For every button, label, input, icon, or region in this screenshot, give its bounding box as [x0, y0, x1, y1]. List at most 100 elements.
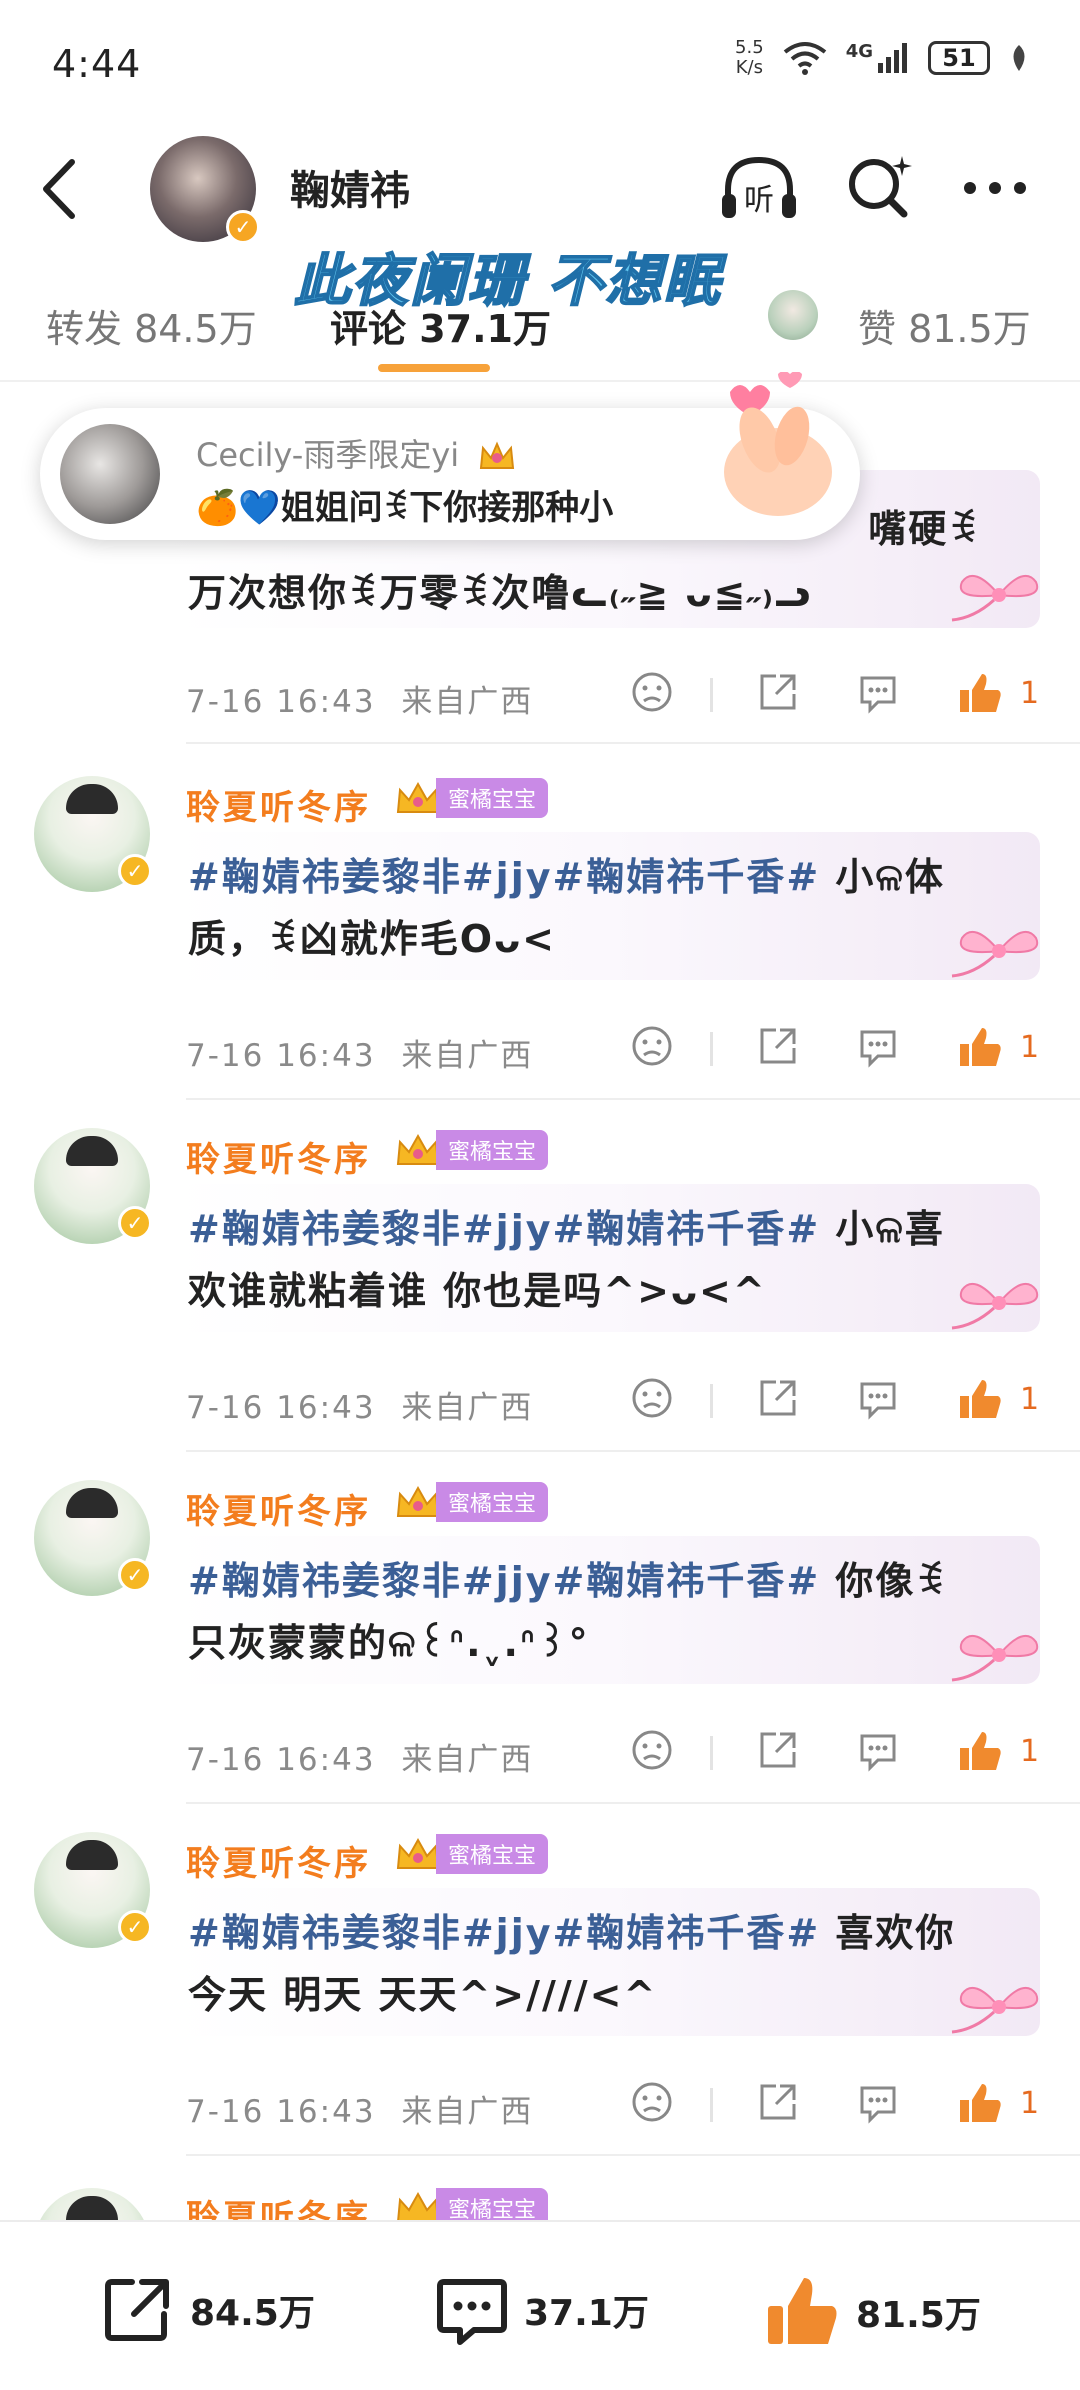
comment-location: 来自广西	[401, 1390, 534, 1426]
tab-likes[interactable]: 赞 81.5万	[858, 298, 1031, 353]
share-icon[interactable]	[756, 2080, 800, 2124]
verified-icon: ✓	[118, 1206, 152, 1240]
commenter-avatar[interactable]: ✓	[34, 1128, 152, 1244]
like-button[interactable]: 81.5万	[762, 2272, 981, 2352]
like-count: 1	[1020, 1030, 1040, 1065]
like-icon[interactable]	[956, 1376, 1004, 1424]
avatar-hair	[66, 1840, 118, 1870]
comment-separator	[186, 1450, 1080, 1452]
comment-location: 来自广西	[401, 1742, 534, 1778]
like-icon[interactable]	[956, 1728, 1004, 1776]
topic-link[interactable]: #鞠婧祎姜黎非#jjy#鞠婧祎千香#	[188, 1559, 820, 1603]
fan-badge[interactable]: 蜜橘宝宝	[394, 1130, 549, 1170]
reply-icon[interactable]	[856, 670, 900, 714]
headphones-icon: 听	[722, 156, 796, 218]
topic-link[interactable]: #鞠婧祎姜黎非#jjy#鞠婧祎千香#	[188, 855, 820, 899]
leaf-icon	[1013, 45, 1025, 71]
comment-location: 来自广西	[401, 1038, 534, 1074]
like-icon[interactable]	[956, 1024, 1004, 1072]
dislike-icon[interactable]	[630, 1024, 674, 1068]
like-icon	[768, 2278, 837, 2344]
verified-icon: ✓	[118, 1558, 152, 1592]
comment-text: #鞠婧祎姜黎非#jjy#鞠婧祎千香# 小ଳ喜 欢谁就粘着谁 你也是吗^>ᴗ<^	[188, 1207, 945, 1313]
signal-icon	[878, 43, 907, 73]
comment-time: 7-16 16:43	[186, 2094, 376, 2130]
comment-bubble[interactable]: #鞠婧祎姜黎非#jjy#鞠婧祎千香# 小ଳ体 质，ꉂ凶就炸毛Oᴗ<	[172, 832, 1040, 980]
comment-button[interactable]: 37.1万	[434, 2272, 649, 2348]
comment-time: 7-16 16:43	[186, 1742, 376, 1778]
fan-badge[interactable]: 蜜橘宝宝	[394, 778, 549, 818]
fan-badge-label: 蜜橘宝宝	[436, 1130, 549, 1170]
commenter-name[interactable]: 聆夏听冬序	[186, 1836, 371, 1885]
commenter-avatar[interactable]: ✓	[34, 1480, 152, 1596]
like-icon[interactable]	[956, 2080, 1004, 2128]
share-icon[interactable]	[756, 1376, 800, 1420]
active-tab-indicator	[378, 364, 490, 372]
share-icon[interactable]	[756, 1728, 800, 1772]
repost-button[interactable]: 84.5万	[100, 2272, 315, 2348]
comment-text-tail: 嘴硬ꉂ	[868, 507, 980, 551]
back-button[interactable]	[36, 154, 86, 224]
like-icon[interactable]	[956, 670, 1004, 718]
comment-bubble[interactable]: #鞠婧祎姜黎非#jjy#鞠婧祎千香# 你像ꉂ 只灰蒙蒙的ଳ꒰ᐢ.ˬ.ᐢ꒱°	[172, 1536, 1040, 1684]
comment-text: #鞠婧祎姜黎非#jjy#鞠婧祎千香# 你像ꉂ 只灰蒙蒙的ଳ꒰ᐢ.ˬ.ᐢ꒱°	[188, 1559, 948, 1665]
reply-icon[interactable]	[856, 2080, 900, 2124]
like-count: 1	[1020, 1734, 1040, 1769]
comment-actions: 1	[620, 670, 1040, 720]
fan-badge[interactable]: 蜜橘宝宝	[394, 1834, 549, 1874]
commenter-name[interactable]: 聆夏听冬序	[186, 1132, 371, 1181]
comment-actions: 1	[620, 2080, 1040, 2130]
comment-actions: 1	[620, 1024, 1040, 1074]
bow-decoration-icon	[951, 574, 1039, 622]
topic-link[interactable]: #鞠婧祎姜黎非#jjy#鞠婧祎千香#	[188, 1207, 820, 1251]
action-divider	[710, 678, 713, 712]
action-divider	[710, 1384, 713, 1418]
listen-button[interactable]: 听	[718, 152, 800, 226]
page-header: ✓ 鞠婧祎 听	[0, 130, 1080, 250]
comment-bubble[interactable]: #鞠婧祎姜黎非#jjy#鞠婧祎千香# 小ଳ喜 欢谁就粘着谁 你也是吗^>ᴗ<^	[172, 1184, 1040, 1332]
page-title[interactable]: 鞠婧祎	[290, 158, 410, 216]
bow-decoration-icon	[951, 1986, 1039, 2034]
comment-icon	[437, 2279, 507, 2345]
fan-badge-label: 蜜橘宝宝	[436, 778, 549, 818]
verified-icon: ✓	[118, 854, 152, 888]
bow-decoration-icon	[951, 1282, 1039, 1330]
dislike-icon[interactable]	[630, 2080, 674, 2124]
avatar-hair	[66, 1488, 118, 1518]
comment-separator	[186, 1098, 1080, 1100]
tab-repost[interactable]: 转发 84.5万	[46, 298, 257, 353]
author-avatar[interactable]: ✓	[150, 136, 260, 244]
verified-icon: ✓	[118, 1910, 152, 1944]
comment-actions: 1	[620, 1376, 1040, 1426]
comment-count: 37.1万	[524, 2293, 649, 2334]
reply-icon[interactable]	[856, 1024, 900, 1068]
comment-separator	[186, 742, 1080, 744]
fan-badge[interactable]: 蜜橘宝宝	[394, 1482, 549, 1522]
commenter-avatar[interactable]: ✓	[34, 1832, 152, 1948]
commenter-avatar[interactable]: ✓	[34, 776, 152, 892]
status-bar: 4:44 5.5 K/s 4G 51	[0, 0, 1080, 130]
more-options-button[interactable]	[960, 178, 1030, 198]
comment-text: #鞠婧祎姜黎非#jjy#鞠婧祎千香# 小ଳ体 质，ꉂ凶就炸毛Oᴗ<	[188, 855, 945, 961]
dislike-icon[interactable]	[630, 670, 674, 714]
comment-bubble[interactable]: #鞠婧祎姜黎非#jjy#鞠婧祎千香# 喜欢你 今天 明天 天天^>////<^	[172, 1888, 1040, 2036]
topic-link[interactable]: #鞠婧祎姜黎非#jjy#鞠婧祎千香#	[188, 1911, 820, 1955]
dislike-icon[interactable]	[630, 1728, 674, 1772]
crown-icon	[396, 1133, 440, 1165]
commenter-name[interactable]: 聆夏听冬序	[186, 780, 371, 829]
comment-meta: 7-16 16:43 来自广西	[186, 1734, 533, 1779]
search-button[interactable]	[844, 152, 914, 222]
comment-time: 7-16 16:43	[186, 1390, 376, 1426]
like-count: 81.5万	[856, 2295, 981, 2336]
crown-icon	[396, 781, 440, 813]
share-icon[interactable]	[756, 1024, 800, 1068]
comment-meta: 7-16 16:43 来自广西	[186, 2086, 533, 2131]
like-count: 1	[1020, 676, 1040, 711]
comment-location: 来自广西	[401, 2094, 534, 2130]
reply-icon[interactable]	[856, 1376, 900, 1420]
dislike-icon[interactable]	[630, 1376, 674, 1420]
commenter-name[interactable]: 聆夏听冬序	[186, 1484, 371, 1533]
wifi-icon	[783, 42, 826, 75]
reply-icon[interactable]	[856, 1728, 900, 1772]
share-icon[interactable]	[756, 670, 800, 714]
